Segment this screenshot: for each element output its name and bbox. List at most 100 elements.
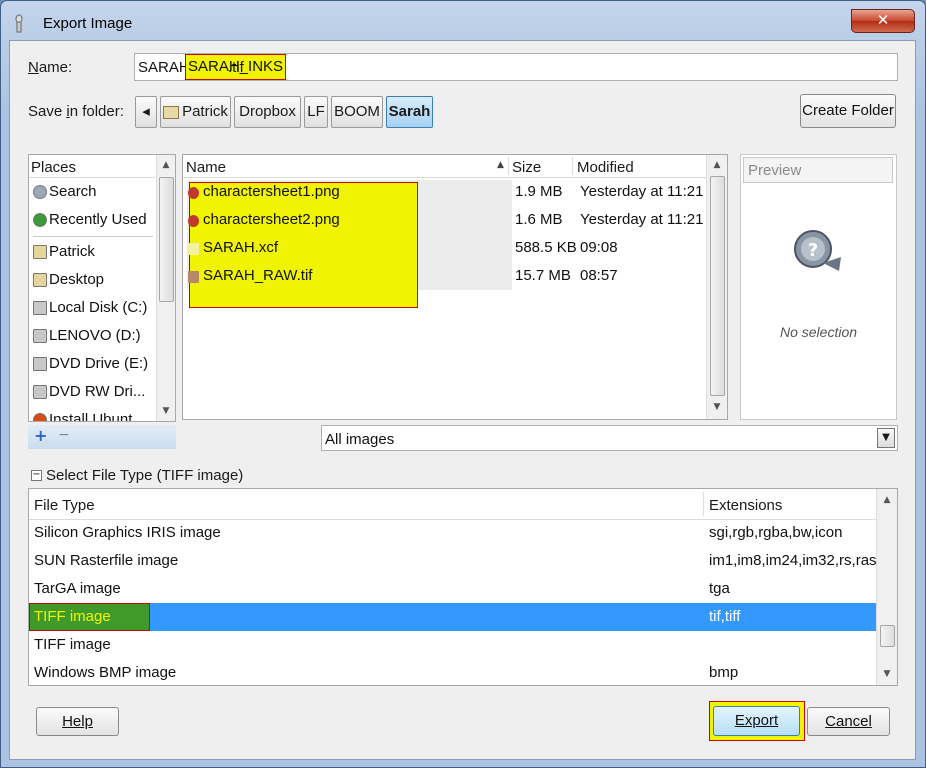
folder-icon [33, 273, 47, 287]
places-item-label: Search [49, 183, 97, 200]
file-name: charactersheet2.png [203, 211, 340, 228]
column-modified-header[interactable]: Modified [577, 159, 634, 176]
filename-extension: .tif [228, 59, 244, 76]
places-toolbar: + − [28, 425, 176, 449]
crumb-sarah[interactable]: Sarah [386, 96, 433, 128]
preview-header-text: Preview [748, 162, 802, 179]
name-label-text: ame: [38, 59, 73, 76]
file-name: SARAH.xcf [203, 239, 279, 256]
file-modified: Yesterday at 11:21 [580, 211, 704, 228]
file-row[interactable]: charactersheet2.png 1.6 MB Yesterday at 11… [183, 210, 706, 236]
file-modified: 09:08 [580, 239, 618, 256]
file-filter-combo[interactable]: All images ▼ [321, 425, 898, 451]
file-row[interactable]: charactersheet1.png 1.9 MB Yesterday at 11… [183, 182, 706, 208]
dropdown-arrow-icon[interactable]: ▼ [877, 428, 895, 448]
filename-input[interactable]: SARAH SARAH_INKS .tif [134, 53, 898, 81]
file-name: charactersheet1.png [203, 183, 340, 200]
file-type-row[interactable]: TIFF image tif,tiff [29, 603, 876, 631]
crumb-boom[interactable]: BOOM [331, 96, 383, 128]
column-size-header[interactable]: Size [512, 159, 541, 176]
places-scrollbar[interactable]: ▲ ▼ [156, 155, 175, 421]
places-item[interactable]: Install Ubunt [29, 411, 155, 422]
collapse-toggle-icon[interactable]: − [31, 470, 42, 481]
crumb-lf[interactable]: LF [304, 96, 328, 128]
help-button[interactable]: Help [36, 707, 119, 736]
crumb-back-button[interactable]: ◂ [135, 96, 157, 128]
file-size: 1.9 MB [515, 183, 563, 200]
file-type-extensions: bmp [709, 664, 739, 681]
places-scroll-thumb[interactable] [159, 177, 174, 302]
column-file-type-header[interactable]: File Type [34, 497, 95, 514]
places-item[interactable]: LENOVO (D:) [29, 327, 155, 351]
file-type-row[interactable]: TarGA image tga [29, 575, 876, 603]
scroll-up-arrow-icon[interactable]: ▲ [879, 495, 895, 505]
folder-icon [33, 245, 47, 259]
preview-header: Preview [743, 157, 893, 183]
file-type-name: SUN Rasterfile image [34, 552, 179, 569]
name-label: Name: [28, 59, 73, 76]
preview-panel: Preview ? No selection [740, 154, 897, 420]
scroll-up-arrow-icon[interactable]: ▲ [709, 160, 725, 170]
files-scroll-thumb[interactable] [710, 176, 725, 396]
add-bookmark-icon[interactable]: + [34, 426, 47, 445]
file-row[interactable]: SARAH_RAW.tif 15.7 MB 08:57 [183, 266, 706, 292]
crumb-dropbox[interactable]: Dropbox [234, 96, 301, 128]
places-item[interactable]: Recently Used [29, 211, 155, 235]
places-item-label: Recently Used [49, 211, 147, 228]
file-type-row[interactable]: Windows BMP image bmp [29, 659, 876, 685]
places-item[interactable]: Search [29, 183, 155, 207]
tiff-file-icon [188, 271, 199, 283]
file-type-panel: File Type Extensions Silicon Graphics IR… [28, 488, 898, 686]
sort-ascending-icon: ▲ [497, 160, 504, 170]
select-file-type-toggle[interactable]: Select File Type (TIFF image) [46, 467, 243, 484]
places-item-label: LENOVO (D:) [49, 327, 141, 344]
crumb-patrick[interactable]: Patrick [160, 96, 231, 128]
places-item[interactable]: Desktop [29, 271, 155, 295]
places-item[interactable]: Patrick [29, 243, 155, 267]
file-type-row[interactable]: SUN Rasterfile image im1,im8,im24,im32,rs… [29, 547, 877, 575]
file-type-extensions: im1,im8,im24,im32,rs,ras [709, 552, 877, 569]
folder-icon [163, 105, 180, 119]
file-type-row[interactable]: Silicon Graphics IRIS image sgi,rgb,rgba,… [29, 519, 876, 547]
places-header[interactable]: Places [31, 159, 76, 176]
scroll-down-arrow-icon[interactable]: ▼ [709, 402, 725, 412]
save-in-folder-label: Save in folder: [28, 103, 124, 120]
scroll-down-arrow-icon[interactable]: ▼ [158, 406, 174, 416]
image-file-icon [188, 215, 199, 227]
export-button[interactable]: Export [713, 706, 800, 736]
image-file-icon [188, 187, 199, 199]
file-size: 1.6 MB [515, 211, 563, 228]
column-extensions-header[interactable]: Extensions [709, 497, 782, 514]
places-item-label: Install Ubunt [49, 411, 133, 422]
hard-disk-icon [33, 301, 47, 315]
recent-icon [33, 213, 47, 227]
gimp-file-icon [188, 243, 199, 255]
files-header-row: Name ▲ Size Modified [183, 155, 706, 178]
file-filter-value: All images [325, 431, 395, 448]
create-folder-button[interactable]: Create Folder [800, 94, 896, 128]
file-type-extensions: tif,tiff [709, 608, 741, 625]
remove-bookmark-icon[interactable]: − [58, 427, 70, 443]
cancel-button[interactable]: Cancel [807, 707, 890, 736]
places-item-label: DVD RW Dri... [49, 383, 146, 400]
file-type-scroll-thumb[interactable] [880, 625, 895, 647]
scroll-down-arrow-icon[interactable]: ▼ [879, 669, 895, 679]
places-item[interactable]: DVD RW Dri... [29, 383, 155, 407]
close-button[interactable]: ✕ [851, 9, 915, 33]
search-icon [33, 185, 47, 199]
file-type-row[interactable]: TIFF image [29, 631, 876, 659]
places-header-text: Places [31, 159, 77, 176]
places-item[interactable]: DVD Drive (E:) [29, 355, 155, 379]
file-type-scrollbar[interactable]: ▲ ▼ [876, 489, 897, 685]
places-item-label: DVD Drive (E:) [49, 355, 149, 372]
file-type-header-row: File Type Extensions [29, 489, 876, 520]
file-type-name: Silicon Graphics IRIS image [34, 524, 221, 541]
file-row[interactable]: SARAH.xcf 588.5 KB 09:08 [183, 238, 706, 264]
files-scrollbar[interactable]: ▲ ▼ [706, 155, 727, 419]
places-item[interactable]: Local Disk (C:) [29, 299, 155, 323]
files-panel: Name ▲ Size Modified charactersheet1.png… [182, 154, 728, 420]
scroll-up-arrow-icon[interactable]: ▲ [158, 160, 174, 170]
hard-disk-icon [33, 329, 47, 343]
column-name-header[interactable]: Name [186, 159, 226, 176]
save-in-folder-label-text: Save in folder: [28, 103, 124, 120]
